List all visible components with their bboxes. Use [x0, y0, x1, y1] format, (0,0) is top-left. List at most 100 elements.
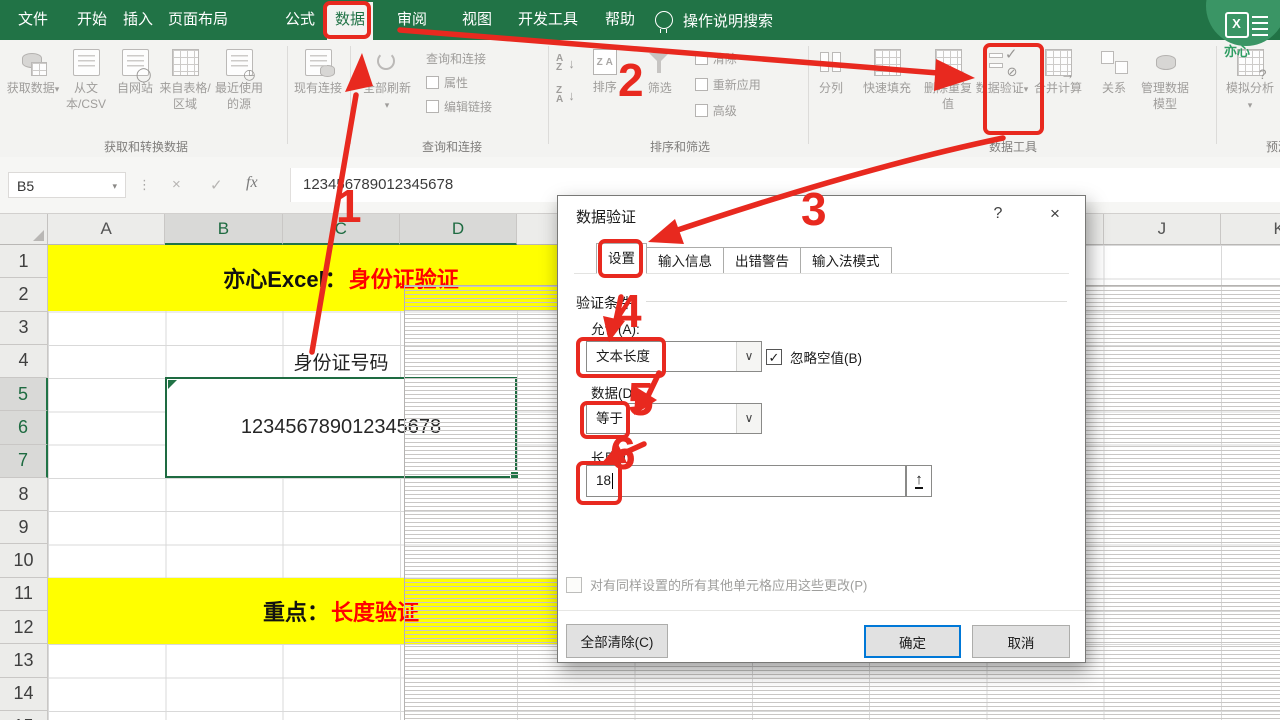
- sort-ascending-button[interactable]: A Z ↓: [556, 54, 575, 73]
- row-header-8[interactable]: 8: [0, 477, 48, 512]
- database-icon: [20, 49, 47, 76]
- row-header-10[interactable]: 10: [0, 544, 48, 578]
- from-table-range-button[interactable]: 来自表格/区域: [158, 40, 212, 112]
- clear-filter-button[interactable]: 清除: [694, 50, 761, 67]
- row-header-11[interactable]: 11: [0, 577, 48, 611]
- row-header-15[interactable]: 15: [0, 710, 48, 720]
- queries-connections-button[interactable]: 查询和连接: [404, 50, 1280, 720]
- data-validation-dialog: 数据验证 ? × 设置 输入信息 出错警告 输入法模式 验证条件 允许(A): 文本长…: [557, 195, 1086, 663]
- existing-connections-button[interactable]: 现有连接: [292, 40, 344, 97]
- filter-button[interactable]: 筛选: [637, 40, 683, 97]
- menu-tab-6[interactable]: 审阅: [397, 0, 427, 40]
- manage-data-model-button[interactable]: 管理数据模型: [1136, 40, 1194, 112]
- confirm-entry-icon[interactable]: ✓: [210, 176, 223, 194]
- advanced-icon: [694, 104, 708, 117]
- column-header-K[interactable]: K: [1221, 213, 1280, 245]
- menu-tab-0[interactable]: 文件: [18, 0, 48, 40]
- row-header-12[interactable]: 12: [0, 610, 48, 645]
- text-to-columns-button[interactable]: 分列: [810, 40, 852, 97]
- column-header-C[interactable]: C: [282, 213, 400, 245]
- select-all-corner[interactable]: [0, 213, 48, 245]
- sort-button[interactable]: ZA 排序: [581, 40, 629, 96]
- remove-duplicates-button[interactable]: × 删除重复值: [922, 40, 974, 112]
- flash-fill-button[interactable]: 快速填充: [852, 40, 922, 97]
- from-text-csv-button[interactable]: 从文本/CSV: [60, 40, 112, 112]
- ribbon-group-queries-connections: 全部刷新 ▾ 查询和连接 属性 编辑链接 查询和连接: [356, 40, 1280, 720]
- menu-tab-7[interactable]: 视图: [462, 0, 492, 40]
- cancel-entry-icon[interactable]: ×: [172, 176, 181, 193]
- menu-tab-1[interactable]: 开始: [77, 0, 107, 40]
- sort-descending-button[interactable]: Z A ↓: [556, 86, 575, 105]
- column-header-A[interactable]: A: [48, 213, 166, 245]
- menu-tab-8[interactable]: 开发工具: [518, 0, 578, 40]
- dialog-title: 数据验证: [576, 209, 637, 226]
- consolidate-button[interactable]: → 合并计算: [1030, 40, 1086, 97]
- column-header-D[interactable]: D: [399, 213, 518, 245]
- ignore-blank-label: 忽略空值(B): [790, 351, 862, 366]
- dialog-help-icon[interactable]: ?: [988, 205, 1008, 223]
- ok-button[interactable]: 确定: [864, 625, 961, 658]
- banner-top-prefix: 亦心Excel：: [223, 267, 347, 292]
- dropdown-caret-icon: ▾: [54, 84, 60, 94]
- allow-dropdown[interactable]: 文本长度 ∨: [586, 341, 762, 372]
- sort-dialog-icon: ZA: [592, 49, 617, 75]
- row-header-5[interactable]: 5: [0, 378, 48, 412]
- checkbox-checked-icon[interactable]: ✓: [766, 349, 782, 365]
- row-header-7[interactable]: 7: [0, 444, 48, 478]
- dialog-tab-1[interactable]: 输入信息: [647, 247, 724, 274]
- data-dropdown[interactable]: 等于 ∨: [586, 403, 762, 434]
- properties-button[interactable]: 属性: [426, 74, 492, 91]
- group-label-queries-connections: 查询和连接: [421, 140, 482, 154]
- dialog-tab-2[interactable]: 出错警告: [724, 247, 801, 274]
- relationships-button[interactable]: 关系: [1092, 40, 1136, 97]
- recent-sources-button[interactable]: ◷ 最近使用的源: [212, 40, 266, 112]
- formula-bar-handle[interactable]: ⋮: [138, 177, 151, 193]
- column-header-J[interactable]: J: [1103, 213, 1221, 245]
- chevron-down-icon[interactable]: ∨: [736, 404, 761, 433]
- refresh-all-button[interactable]: 全部刷新 ▾: [356, 40, 418, 112]
- row-header-2[interactable]: 2: [0, 278, 48, 312]
- data-validation-button[interactable]: ✓ ⊘ 数据验证▾: [974, 40, 1030, 97]
- advanced-filter-button[interactable]: 高级: [694, 102, 761, 119]
- collapse-dialog-button[interactable]: ↑: [906, 465, 932, 497]
- namebox-caret-icon[interactable]: ▾: [112, 173, 117, 199]
- chevron-down-icon[interactable]: ∨: [736, 342, 761, 371]
- menu-tab-3[interactable]: 页面布局: [168, 0, 228, 40]
- recent-sources-icon: ◷: [225, 49, 256, 81]
- tell-me-search[interactable]: 操作说明搜索: [655, 0, 773, 40]
- checkbox-unchecked-icon: [566, 576, 582, 593]
- dialog-close-icon[interactable]: ×: [1044, 204, 1066, 224]
- remove-duplicates-icon: ×: [934, 49, 965, 81]
- group-label-get-transform: 获取和转换数据: [103, 140, 188, 154]
- row-header-3[interactable]: 3: [0, 311, 48, 345]
- cancel-button[interactable]: 取消: [972, 625, 1070, 658]
- column-header-B[interactable]: B: [165, 213, 283, 245]
- row-header-13[interactable]: 13: [0, 644, 48, 678]
- name-box[interactable]: B5 ▾: [8, 172, 126, 198]
- sort-desc-arrow-icon: ↓: [568, 87, 575, 103]
- ignore-blank-checkbox[interactable]: ✓ 忽略空值(B): [766, 347, 862, 367]
- dialog-tab-0[interactable]: 设置: [596, 243, 647, 274]
- row-header-14[interactable]: 14: [0, 677, 48, 711]
- excel-x-icon: X: [1224, 12, 1249, 38]
- menu-tab-2[interactable]: 插入: [123, 0, 153, 40]
- dialog-tab-3[interactable]: 输入法模式: [801, 247, 892, 274]
- reapply-button[interactable]: 重新应用: [694, 76, 761, 93]
- row-header-1[interactable]: 1: [0, 245, 48, 279]
- menu-tab-5[interactable]: 数据: [327, 2, 374, 40]
- consolidate-icon: →: [1044, 49, 1075, 81]
- edit-links-button[interactable]: 编辑链接: [426, 98, 492, 115]
- ribbon-group-get-transform: 获取数据▾ 从文本/CSV ◯ 自网站 来自表格/区域 ◷ 最近使用的源 现有连…: [6, 40, 346, 157]
- menu-tab-9[interactable]: 帮助: [605, 0, 635, 40]
- from-web-button[interactable]: ◯ 自网站: [112, 40, 158, 97]
- get-data-button[interactable]: 获取数据▾: [6, 40, 60, 97]
- menu-tab-4[interactable]: 公式: [285, 0, 315, 40]
- row-header-4[interactable]: 4: [0, 344, 48, 379]
- row-header-9[interactable]: 9: [0, 511, 48, 545]
- group-label-data-tools: 数据工具: [988, 140, 1037, 154]
- row-header-6[interactable]: 6: [0, 411, 48, 445]
- length-input[interactable]: 18: [586, 465, 906, 497]
- insert-function-icon[interactable]: fx: [246, 174, 258, 192]
- group-label-sort-filter: 排序和筛选: [649, 140, 710, 154]
- clear-all-button[interactable]: 全部清除(C): [566, 624, 668, 658]
